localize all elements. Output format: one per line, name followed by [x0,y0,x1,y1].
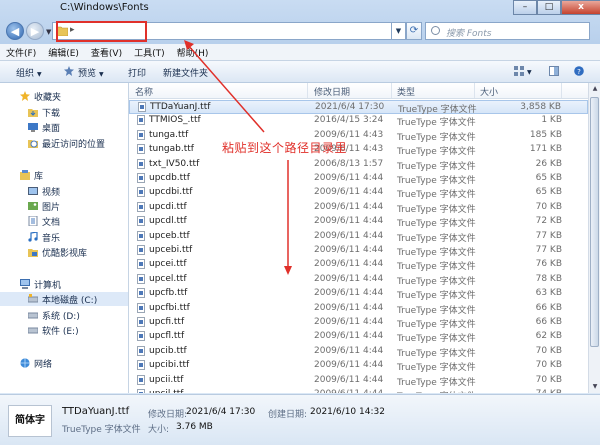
annotation-arrows [184,40,292,275]
arrow-to-address-head [184,40,194,50]
arrow-down-head [284,266,292,275]
explorer-window: ◀ ▶ ▼ ▸ C:\Windows\Fonts ▼ ⟳ 搜索 Fonts – … [0,0,600,445]
arrow-to-address-line [186,43,265,133]
